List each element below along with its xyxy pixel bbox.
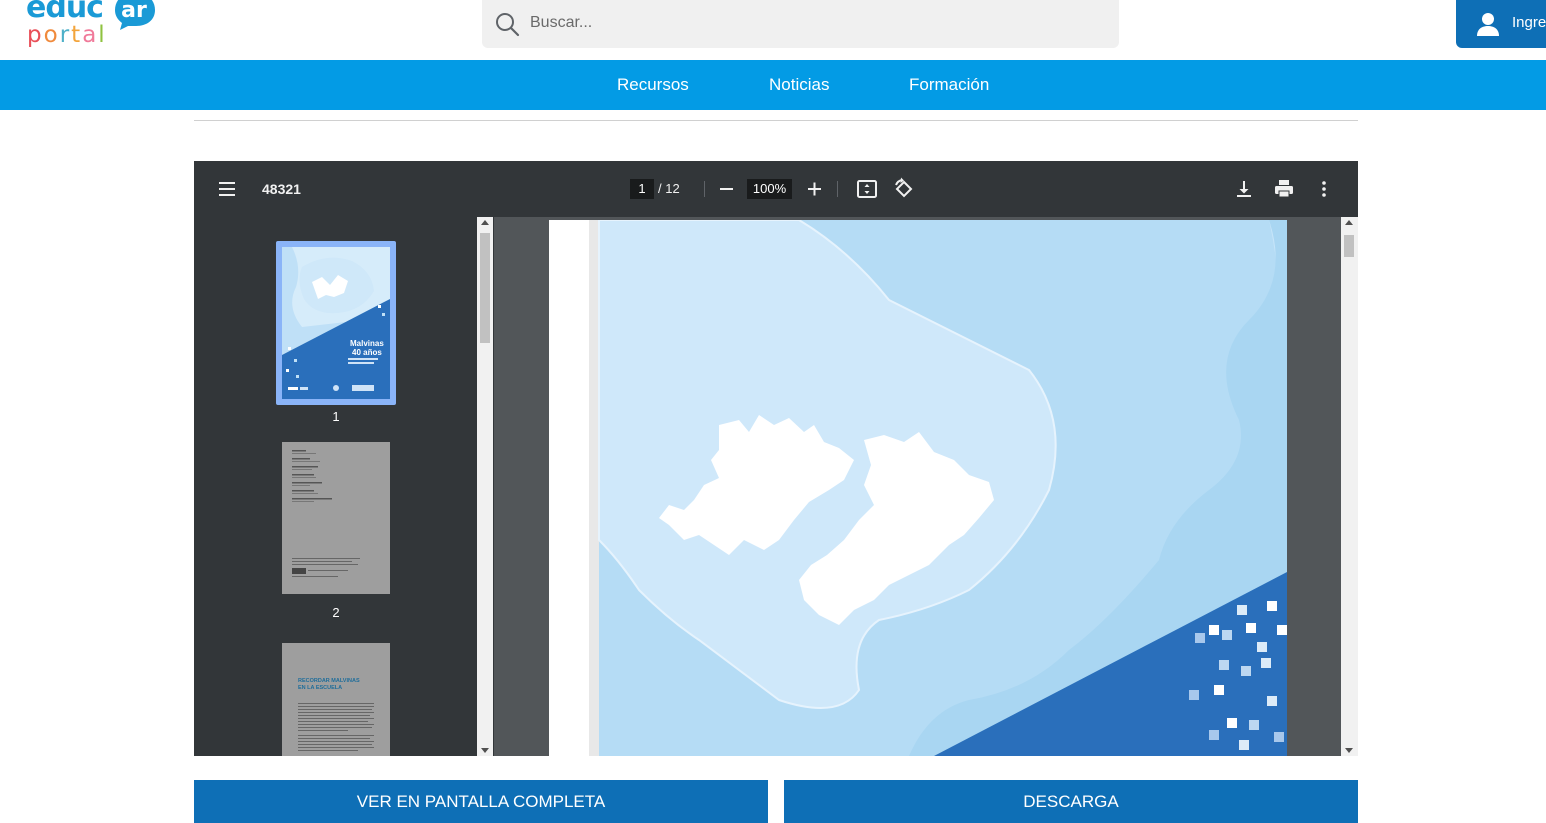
logo-portal-text: portal — [27, 22, 107, 48]
download-button[interactable]: DESCARGA — [784, 780, 1358, 823]
menu-icon[interactable] — [218, 180, 238, 198]
document-title: 48321 — [262, 181, 301, 197]
pdf-viewer: 48321 1 / 12 100% Malvinas 40 años 1 2 R… — [194, 161, 1358, 756]
print-icon[interactable] — [1272, 177, 1296, 201]
main-nav: Recursos Noticias Formación — [0, 60, 1546, 110]
login-button[interactable]: Ingresar — [1456, 0, 1546, 48]
logo-portal-letter: t — [71, 22, 83, 48]
logo-ar-bubble: ar — [115, 0, 155, 30]
search-input[interactable] — [530, 8, 1100, 38]
page-thumbnail-2[interactable]: 2 — [282, 442, 390, 622]
thumbnail-page-number: 1 — [332, 409, 340, 424]
cover-thumbnail-image: Malvinas 40 años — [282, 247, 390, 399]
thumbnail-page-number: 2 — [332, 605, 340, 620]
cover-title-line-1: Malvinas — [350, 339, 384, 348]
page-thumbnail-1[interactable]: Malvinas 40 años 1 — [276, 241, 396, 424]
sidebar-scrollbar[interactable] — [477, 217, 493, 756]
scroll-up-arrow-icon[interactable] — [481, 220, 489, 225]
fit-to-page-icon[interactable] — [855, 177, 879, 201]
divider — [194, 120, 1358, 121]
logo-portal-letter: o — [43, 22, 60, 48]
logo-portal-letter: r — [59, 22, 72, 48]
fullscreen-button[interactable]: VER EN PANTALLA COMPLETA — [194, 780, 768, 823]
page-number-input[interactable]: 1 — [630, 179, 654, 199]
toolbar-separator — [837, 181, 838, 197]
user-icon — [1477, 13, 1499, 36]
scroll-down-arrow-icon[interactable] — [1345, 748, 1353, 753]
scroll-down-arrow-icon[interactable] — [481, 748, 489, 753]
search-icon[interactable] — [494, 11, 520, 37]
educar-portal-logo[interactable]: educ ar portal — [26, 0, 166, 56]
zoom-in-icon[interactable] — [803, 177, 827, 201]
nav-item-noticias[interactable]: Noticias — [769, 75, 829, 95]
page-scroll-thumb[interactable] — [1344, 235, 1354, 257]
rotate-icon[interactable] — [892, 177, 916, 201]
sidebar-scroll-thumb[interactable] — [480, 233, 490, 343]
zoom-out-icon[interactable] — [714, 177, 738, 201]
site-header: educ ar portal Ingresar — [0, 0, 1546, 60]
login-label: Ingresar — [1512, 14, 1546, 31]
page-3-heading-line-2: EN LA ESCUELA — [298, 685, 342, 691]
toolbar-separator — [704, 181, 705, 197]
logo-portal-letter: l — [98, 22, 107, 48]
nav-item-formacion[interactable]: Formación — [909, 75, 989, 95]
cover-title-line-2: 40 años — [352, 348, 382, 357]
more-options-icon[interactable] — [1312, 177, 1336, 201]
page-3-thumbnail-image: RECORDAR MALVINAS EN LA ESCUELA — [282, 643, 390, 756]
page-thumbnail-3[interactable]: RECORDAR MALVINAS EN LA ESCUELA — [282, 643, 390, 756]
pdf-toolbar: 48321 1 / 12 100% — [194, 161, 1358, 217]
page-2-thumbnail-image — [282, 442, 390, 594]
thumbnail-sidebar: Malvinas 40 años 1 2 RECORDAR MALVINAS E… — [194, 217, 494, 756]
zoom-level-input[interactable]: 100% — [747, 179, 792, 199]
pdf-page-1 — [549, 220, 1287, 756]
logo-portal-letter: p — [27, 22, 44, 48]
scroll-up-arrow-icon[interactable] — [1345, 220, 1353, 225]
search-bar — [482, 0, 1119, 48]
cover-page-image — [549, 220, 1287, 756]
download-icon[interactable] — [1232, 177, 1256, 201]
nav-item-recursos[interactable]: Recursos — [617, 75, 689, 95]
page-3-heading-line-1: RECORDAR MALVINAS — [298, 678, 360, 684]
logo-portal-letter: a — [82, 22, 99, 48]
logo-ar-text: ar — [121, 0, 147, 23]
page-total: / 12 — [658, 181, 680, 196]
page-scrollbar[interactable] — [1341, 217, 1358, 756]
